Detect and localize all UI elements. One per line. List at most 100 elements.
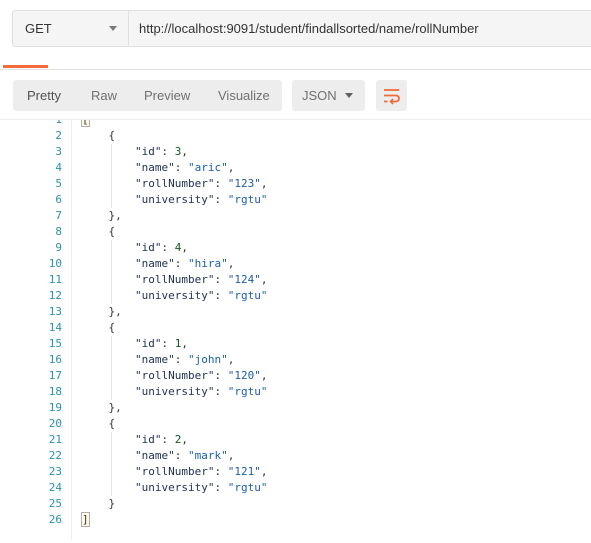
line-number: 23: [48, 465, 62, 478]
view-preview-button[interactable]: Preview: [144, 88, 190, 103]
line-code: "name": "john",: [134, 353, 235, 366]
response-tabs-row: [0, 62, 591, 70]
line-number: 12: [48, 289, 62, 302]
view-raw-button[interactable]: Raw: [91, 88, 117, 103]
wrap-lines-icon: [384, 89, 400, 105]
line-number: 3: [55, 145, 62, 158]
line-code: "name": "hira",: [134, 257, 235, 270]
code-line: 11 "rollNumber": "124",: [0, 272, 591, 288]
line-number: 17: [48, 369, 62, 382]
code-line: 25 }: [0, 496, 591, 512]
line-code: {: [82, 321, 116, 334]
active-tab-indicator: [3, 65, 48, 68]
line-number: 5: [55, 177, 62, 190]
line-number: 18: [48, 385, 62, 398]
chevron-down-icon: [345, 93, 353, 98]
line-number: 15: [48, 337, 62, 350]
response-body-editor[interactable]: 1[2 {3 "id": 3, 4 "name": "aric", 5 "rollN…: [0, 119, 591, 539]
line-code: {: [82, 417, 116, 430]
code-line: 24 "university": "rgtu": [0, 480, 591, 496]
code-line: 13 },: [0, 304, 591, 320]
line-code: "university": "rgtu": [134, 385, 268, 398]
code-line: 10 "name": "hira",: [0, 256, 591, 272]
line-code: [: [81, 120, 90, 128]
line-code: "university": "rgtu": [134, 481, 268, 494]
line-number: 10: [48, 257, 62, 270]
url-input[interactable]: http://localhost:9091/student/findallsor…: [128, 10, 591, 47]
view-mode-group: Pretty Raw Preview Visualize: [13, 80, 282, 111]
line-code: "id": 3,: [134, 145, 188, 158]
format-label: JSON: [302, 88, 337, 103]
line-number: 25: [48, 497, 62, 510]
line-code: "university": "rgtu": [134, 193, 268, 206]
line-code: ]: [81, 512, 90, 527]
format-select[interactable]: JSON: [292, 80, 365, 111]
line-code: "id": 2,: [134, 433, 188, 446]
line-code: {: [82, 225, 116, 238]
line-code: "name": "mark",: [134, 449, 235, 462]
line-number: 19: [48, 401, 62, 414]
view-visualize-button[interactable]: Visualize: [218, 88, 270, 103]
line-code: "rollNumber": "121",: [134, 465, 268, 478]
code-line: 20 {: [0, 416, 591, 432]
line-number: 14: [48, 321, 62, 334]
code-line: 8 {: [0, 224, 591, 240]
method-select[interactable]: GET: [12, 10, 128, 47]
code-line: 23 "rollNumber": "121",: [0, 464, 591, 480]
line-number: 22: [48, 449, 62, 462]
indent-guide: [111, 240, 112, 304]
line-number: 11: [48, 273, 62, 286]
line-number: 21: [48, 433, 62, 446]
line-code: "university": "rgtu": [134, 289, 268, 302]
code-line: 18 "university": "rgtu": [0, 384, 591, 400]
code-line: 12 "university": "rgtu": [0, 288, 591, 304]
code-line: 4 "name": "aric",: [0, 160, 591, 176]
line-code: "rollNumber": "123",: [134, 177, 268, 190]
method-label: GET: [25, 21, 52, 36]
line-number: 24: [48, 481, 62, 494]
code-line: 3 "id": 3,: [0, 144, 591, 160]
code-line: 26]: [0, 512, 591, 528]
line-code: "name": "aric",: [134, 161, 235, 174]
url-text: http://localhost:9091/student/findallsor…: [139, 21, 479, 36]
indent-guide: [111, 432, 112, 496]
code-line: 22 "name": "mark",: [0, 448, 591, 464]
code-line: 21 "id": 2,: [0, 432, 591, 448]
code-line: 5 "rollNumber": "123",: [0, 176, 591, 192]
line-number: 9: [55, 241, 62, 254]
line-code: },: [82, 305, 122, 318]
line-number: 8: [55, 225, 62, 238]
response-toolbar: Pretty Raw Preview Visualize JSON: [0, 78, 591, 114]
line-number: 4: [55, 161, 62, 174]
chevron-down-icon: [109, 26, 117, 31]
indent-guide: [111, 144, 112, 208]
line-code: {: [82, 129, 116, 142]
code-line: 7 },: [0, 208, 591, 224]
line-code: "rollNumber": "124",: [134, 273, 268, 286]
code-line: 2 {: [0, 128, 591, 144]
request-bar: GET http://localhost:9091/student/findal…: [0, 0, 591, 62]
code-line: 9 "id": 4,: [0, 240, 591, 256]
line-code: },: [82, 401, 122, 414]
wrap-lines-button[interactable]: [376, 80, 407, 111]
line-code: "rollNumber": "120",: [134, 369, 268, 382]
line-number: 13: [48, 305, 62, 318]
line-number: 6: [55, 193, 62, 206]
view-pretty-button[interactable]: Pretty: [27, 88, 61, 103]
line-code: "id": 4,: [134, 241, 188, 254]
indent-guide: [111, 336, 112, 400]
line-number: 26: [48, 513, 62, 526]
code-line: 16 "name": "john",: [0, 352, 591, 368]
code-line: 15 "id": 1,: [0, 336, 591, 352]
code-line: 17 "rollNumber": "120",: [0, 368, 591, 384]
line-number: 2: [55, 129, 62, 142]
code-line: 19 },: [0, 400, 591, 416]
code-line: 14 {: [0, 320, 591, 336]
code-line: 6 "university": "rgtu": [0, 192, 591, 208]
line-number: 1: [55, 119, 62, 126]
code-line: 1[: [0, 119, 591, 128]
line-code: }: [82, 497, 116, 510]
line-number: 16: [48, 353, 62, 366]
line-code: },: [82, 209, 122, 222]
line-number: 20: [48, 417, 62, 430]
